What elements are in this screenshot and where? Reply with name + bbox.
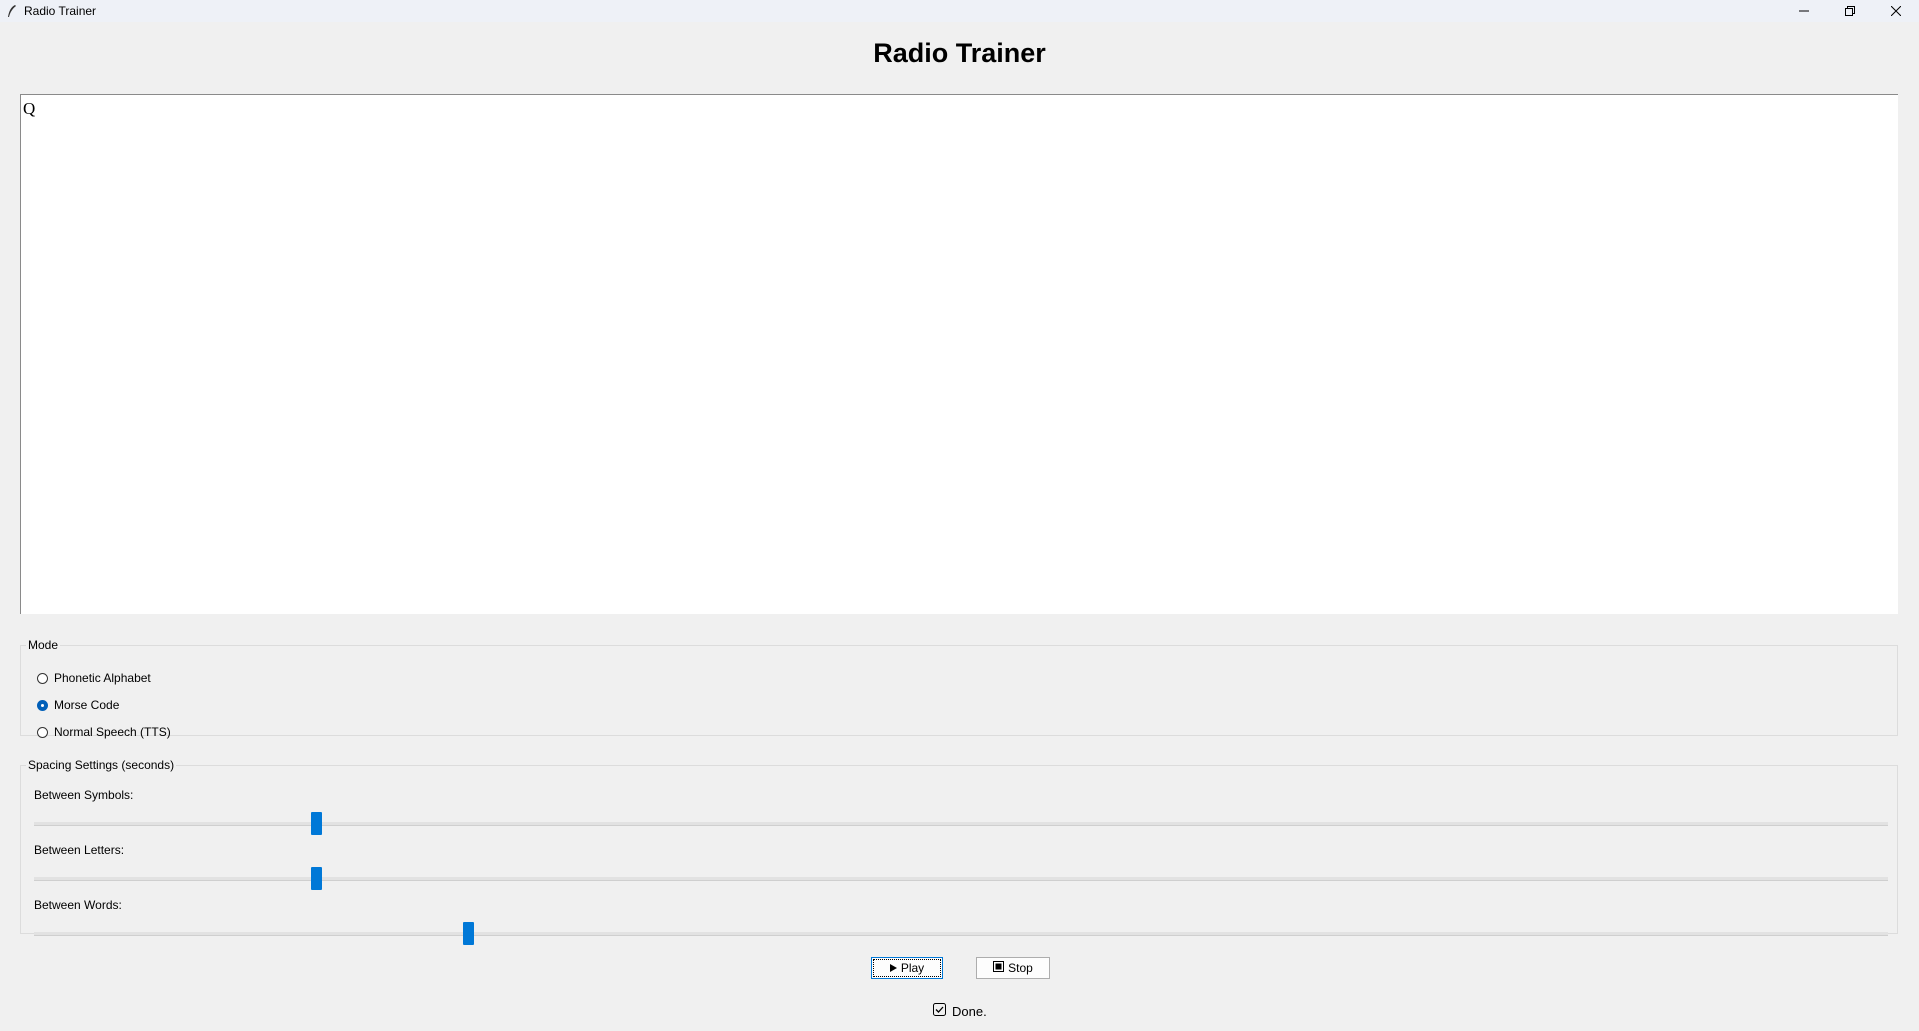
radio-button[interactable] xyxy=(37,672,48,684)
radio-label: Phonetic Alphabet xyxy=(54,671,151,685)
radio-label: Normal Speech (TTS) xyxy=(54,725,171,739)
stop-button[interactable]: Stop xyxy=(976,957,1050,979)
spacing-settings-group: Spacing Settings (seconds) Between Symbo… xyxy=(20,758,1898,945)
window-title: Radio Trainer xyxy=(24,4,97,18)
restore-icon xyxy=(1845,6,1855,16)
radio-button[interactable] xyxy=(37,726,48,738)
radio-normal-speech[interactable]: Normal Speech (TTS) xyxy=(37,725,171,739)
radio-morse-code[interactable]: Morse Code xyxy=(37,698,119,712)
restore-button[interactable] xyxy=(1827,0,1873,22)
checkbox-check-icon xyxy=(933,1003,946,1019)
slider-between-letters[interactable] xyxy=(34,867,1888,890)
stop-button-label: Stop xyxy=(1008,961,1033,975)
slider-between-symbols[interactable] xyxy=(34,812,1888,835)
title-bar: Radio Trainer xyxy=(0,0,1919,22)
minimize-icon xyxy=(1799,10,1809,12)
play-button[interactable]: Play xyxy=(871,957,943,979)
radio-button[interactable] xyxy=(37,699,48,711)
mode-group: Mode Phonetic Alphabet Morse Code Normal… xyxy=(20,638,1898,739)
slider-thumb[interactable] xyxy=(462,922,474,945)
page-title: Radio Trainer xyxy=(873,38,1046,68)
mode-group-label: Mode xyxy=(28,638,59,652)
slider-label-between-symbols: Between Symbols: xyxy=(34,788,134,802)
spacing-group-label: Spacing Settings (seconds) xyxy=(28,758,175,772)
radio-phonetic-alphabet[interactable]: Phonetic Alphabet xyxy=(37,671,151,685)
stop-icon xyxy=(993,961,1005,975)
slider-label-between-letters: Between Letters: xyxy=(34,843,125,857)
play-button-label: Play xyxy=(900,961,925,975)
radio-label: Morse Code xyxy=(54,698,120,712)
feather-icon xyxy=(5,4,19,18)
status-bar: Done. xyxy=(933,1003,987,1019)
status-text: Done. xyxy=(952,1003,987,1019)
close-button[interactable] xyxy=(1873,0,1919,22)
play-icon xyxy=(889,961,897,975)
text-input-area[interactable]: Q xyxy=(20,94,1898,614)
close-icon xyxy=(1891,6,1901,16)
slider-thumb[interactable] xyxy=(310,867,322,890)
slider-thumb[interactable] xyxy=(310,812,322,835)
slider-label-between-words: Between Words: xyxy=(34,898,122,912)
slider-between-words[interactable] xyxy=(34,922,1888,945)
minimize-button[interactable] xyxy=(1781,0,1827,22)
